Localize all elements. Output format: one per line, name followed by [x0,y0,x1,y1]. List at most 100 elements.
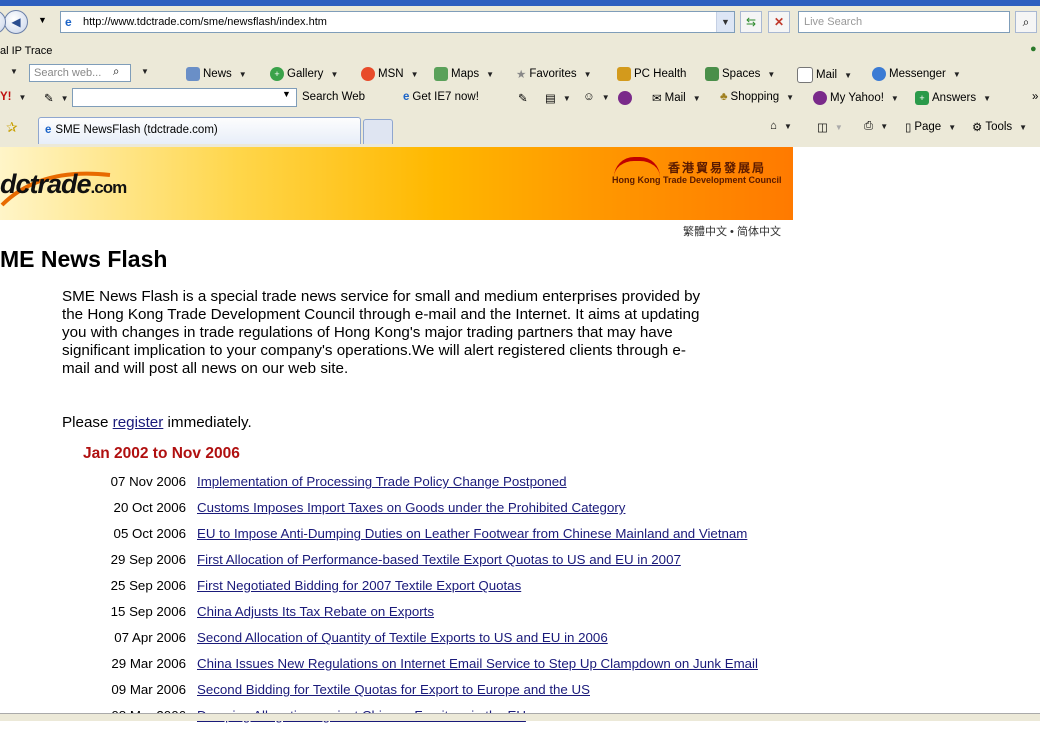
layout-icon[interactable]: ▤ ▼ [545,91,571,105]
print-icon[interactable]: ⎙ ▼ [864,120,888,133]
news-date: 07 Nov 2006 [110,474,186,489]
msn-toolbar: ▼ Search web... ⌕ ▼ News ▼ + Gallery ▼ MSN ▼… [0,62,1040,86]
news-item: 08 Mar 2006Dumping Allegation against Ch… [0,708,1040,734]
news-link[interactable]: Implementation of Processing Trade Polic… [197,474,567,489]
ie-icon: e [403,91,410,103]
search-icon[interactable]: ⌕ [1015,11,1037,33]
tdctrade-logo[interactable]: dctrade.com [0,169,127,200]
forward-button[interactable]: ▶ [0,10,6,34]
news-link[interactable]: First Negotiated Bidding for 2007 Textil… [197,578,521,593]
hktdc-english-name: Hong Kong Trade Development Council [612,175,782,185]
gallery-icon: + [270,67,284,81]
address-bar-row: ◀ ▶ ▼ e http://www.tdctrade.com/sme/news… [0,7,1040,39]
news-link[interactable]: China Issues New Regulations on Internet… [197,656,758,671]
toolbar-pc-health[interactable]: PC Health [617,67,686,81]
spaces-icon [705,67,719,81]
news-link[interactable]: First Allocation of Performance-based Te… [197,552,681,567]
history-dropdown-icon[interactable]: ▼ [38,15,47,25]
news-item: 20 Oct 2006 Customs Imposes Import Taxes … [0,500,1040,526]
yahoo-toolbar: Y! ▼ ✎ ▼ ▼ Search Web e Get IE7 now! ✎ ▤ ▼ ☺… [0,86,1040,110]
page-icon: e [65,15,72,29]
live-search-input[interactable]: Live Search [798,11,1010,33]
news-date: 29 Sep 2006 [110,552,186,567]
news-date: 25 Sep 2006 [110,578,186,593]
toolbar-gallery[interactable]: + Gallery ▼ [270,67,338,81]
register-prompt: Please register immediately. [62,414,252,431]
news-link[interactable]: China Adjusts Its Tax Rebate on Exports [197,604,434,619]
yahoo-search-web-button[interactable]: Search Web [302,91,365,103]
ip-trace-label: al IP Trace [0,45,53,57]
tab-title: SME NewsFlash (tdctrade.com) [55,124,218,136]
news-date: 29 Mar 2006 [111,656,186,671]
news-date: 05 Oct 2006 [113,526,186,541]
answers-icon: + [915,91,929,105]
msn-search-dropdown-icon[interactable]: ▼ [137,67,149,76]
feeds-icon[interactable]: ◫ ▼ [817,120,843,134]
news-link[interactable]: Second Allocation of Quantity of Textile… [197,630,608,645]
news-date: 09 Mar 2006 [111,682,186,697]
yahoo-my-yahoo[interactable]: My Yahoo! ▼ [813,91,899,105]
news-date: 07 Apr 2006 [114,630,186,645]
language-links[interactable]: 繁體中文 • 简体中文 [683,223,781,239]
toolbar-menu-icon[interactable]: ▼ [6,67,18,76]
headphones-icon[interactable] [618,91,632,105]
page-title: ME News Flash [0,246,168,272]
news-link[interactable]: Customs Imposes Import Taxes on Goods un… [197,500,625,515]
intro-paragraph: SME News Flash is a special trade news s… [62,288,701,377]
yahoo-search-dropdown-icon[interactable]: ▼ [282,89,291,99]
new-tab-button[interactable] [363,119,393,144]
browser-chrome: ◀ ▶ ▼ e http://www.tdctrade.com/sme/news… [0,0,1040,147]
back-button[interactable]: ◀ [4,10,28,34]
tab-bar: ✰ e SME NewsFlash (tdctrade.com) ⌂ ▼ ◫ ▼ ⎙… [0,115,1040,147]
yahoo-shopping[interactable]: ♣ Shopping ▼ [720,91,794,103]
address-field[interactable]: e http://www.tdctrade.com/sme/newsflash/… [60,11,735,33]
toolbar-spaces[interactable]: Spaces ▼ [705,67,775,81]
address-url: http://www.tdctrade.com/sme/newsflash/in… [83,16,327,28]
news-link[interactable]: EU to Impose Anti-Dumping Duties on Leat… [197,526,747,541]
shield-icon [617,67,631,81]
window-title-bar [0,0,1040,6]
page-icon: ▯ [905,122,912,134]
toolbar-get-ie7[interactable]: e Get IE7 now! [403,91,479,103]
toolbar-mail[interactable]: Mail ▼ [797,67,852,83]
msn-search-icon[interactable]: ⌕ [113,66,119,79]
yahoo-mail[interactable]: ✉ Mail ▼ [652,91,701,105]
yahoo-answers[interactable]: + Answers ▼ [915,91,991,105]
tab-sme-newsflash[interactable]: e SME NewsFlash (tdctrade.com) [38,117,361,144]
news-link[interactable]: Second Bidding for Textile Quotas for Ex… [197,682,590,697]
favorites-star-icon[interactable]: ✰ [6,119,18,136]
toolbar-maps[interactable]: Maps ▼ [434,67,494,81]
home-icon[interactable]: ⌂ ▼ [770,120,792,132]
news-date: 20 Oct 2006 [113,500,186,515]
pencil-icon[interactable]: ✎ ▼ [44,91,69,105]
news-item: 25 Sep 2006 First Negotiated Bidding for … [0,578,1040,604]
yahoo-search-input[interactable] [72,88,297,107]
messenger-icon [872,67,886,81]
my-yahoo-icon [813,91,827,105]
tools-menu[interactable]: ⚙ Tools ▼ [972,120,1027,134]
refresh-button[interactable]: ⇆ [740,11,762,33]
yahoo-logo-icon[interactable]: Y! ▼ [0,91,26,103]
mail-icon [797,67,813,83]
gear-icon: ⚙ [972,122,983,134]
highlight-icon[interactable]: ✎ [518,91,528,105]
chevron-right-icon[interactable]: » [1032,91,1038,103]
globe-icon: ● [1030,43,1037,55]
toolbar-msn[interactable]: MSN ▼ [361,67,418,81]
address-dropdown-icon[interactable]: ▼ [716,12,734,32]
toolbar-favorites[interactable]: ★ Favorites ▼ [516,67,592,81]
register-link[interactable]: register [113,414,164,431]
news-icon [186,67,200,81]
smiley-icon[interactable]: ☺ ▼ [583,91,610,103]
ie-icon: e [45,124,52,136]
news-date: 15 Sep 2006 [110,604,186,619]
toolbar-news[interactable]: News ▼ [186,67,247,81]
stop-button[interactable]: ✕ [768,11,790,33]
news-item: 07 Apr 2006 Second Allocation of Quantity… [0,630,1040,656]
toolbar-messenger[interactable]: Messenger ▼ [872,67,961,81]
news-item: 29 Mar 2006 China Issues New Regulations … [0,656,1040,682]
site-banner: dctrade.com 香港貿易發展局 Hong Kong Trade Deve… [0,147,793,220]
hktdc-logo-icon [614,157,660,177]
page-menu[interactable]: ▯ Page ▼ [905,120,956,134]
ip-trace-bar: al IP Trace ● [0,40,1040,62]
